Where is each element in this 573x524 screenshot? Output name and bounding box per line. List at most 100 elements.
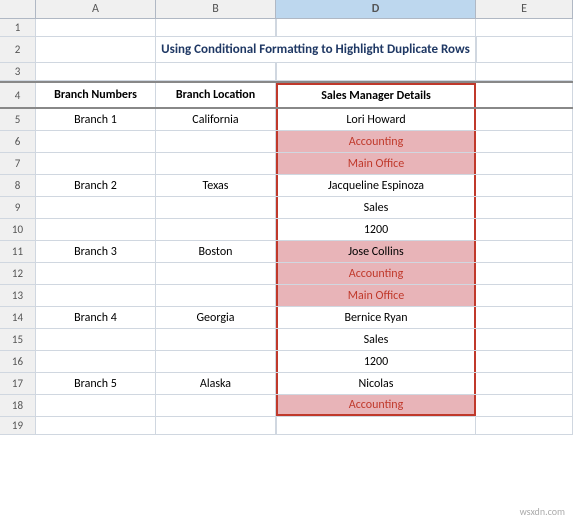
cell-c12	[156, 263, 276, 284]
row-num-11: 11	[0, 241, 36, 262]
cell-d14: Bernice Ryan	[276, 307, 476, 328]
row-num-2: 2	[0, 37, 36, 62]
cell-e2	[476, 37, 573, 62]
cell-d11: Jose Collins	[276, 241, 476, 262]
cell-d7: Main Office	[276, 153, 476, 174]
table-row: 4 Branch Numbers Branch Location Sales M…	[0, 81, 573, 109]
cell-e18	[476, 395, 573, 416]
table-row: 12 Accounting	[0, 263, 573, 285]
cell-c17: Alaska	[156, 373, 276, 394]
cell-d5: Lori Howard	[276, 109, 476, 130]
table-row: 19	[0, 417, 573, 435]
table-row: 11 Branch 3 Boston Jose Collins	[0, 241, 573, 263]
cell-d13: Main Office	[276, 285, 476, 306]
cell-b12	[36, 263, 156, 284]
table-row: 17 Branch 5 Alaska Nicolas	[0, 373, 573, 395]
cell-e19	[476, 417, 573, 434]
grid-body: 1 2 Using Conditional Formatting to High…	[0, 19, 573, 524]
row-num-12: 12	[0, 263, 36, 284]
cell-e6	[476, 131, 573, 152]
cell-d19	[276, 417, 476, 434]
corner-cell	[0, 0, 36, 18]
table-row: 2 Using Conditional Formatting to Highli…	[0, 37, 573, 63]
cell-b4: Branch Numbers	[36, 83, 156, 107]
row-num-1: 1	[0, 19, 36, 36]
cell-c8: Texas	[156, 175, 276, 196]
table-row: 3	[0, 63, 573, 81]
cell-c5: California	[156, 109, 276, 130]
cell-c9	[156, 197, 276, 218]
row-num-6: 6	[0, 131, 36, 152]
cell-e5	[476, 109, 573, 130]
cell-e10	[476, 219, 573, 240]
cell-e15	[476, 329, 573, 350]
cell-d17: Nicolas	[276, 373, 476, 394]
row-num-13: 13	[0, 285, 36, 306]
table-row: 15 Sales	[0, 329, 573, 351]
spreadsheet: A B D E 1 2 Using Conditional Formatting…	[0, 0, 573, 524]
cell-e1	[476, 19, 573, 36]
cell-c1	[156, 19, 276, 36]
row-num-14: 14	[0, 307, 36, 328]
cell-e13	[476, 285, 573, 306]
row-num-3: 3	[0, 63, 36, 80]
row-num-15: 15	[0, 329, 36, 350]
cell-d10: 1200	[276, 219, 476, 240]
cell-b17: Branch 5	[36, 373, 156, 394]
cell-c14: Georgia	[156, 307, 276, 328]
col-e-header: E	[476, 0, 573, 18]
cell-d16: 1200	[276, 351, 476, 372]
col-d-header: D	[276, 0, 476, 18]
table-row: 13 Main Office	[0, 285, 573, 307]
table-row: 6 Accounting	[0, 131, 573, 153]
cell-e16	[476, 351, 573, 372]
col-header-row: A B D E	[0, 0, 573, 19]
cell-b9	[36, 197, 156, 218]
cell-b2	[36, 37, 156, 62]
cell-b7	[36, 153, 156, 174]
row-num-10: 10	[0, 219, 36, 240]
cell-d18: Accounting	[276, 395, 476, 416]
table-row: 14 Branch 4 Georgia Bernice Ryan	[0, 307, 573, 329]
cell-d12: Accounting	[276, 263, 476, 284]
cell-d6: Accounting	[276, 131, 476, 152]
cell-d3	[276, 63, 476, 80]
cell-c7	[156, 153, 276, 174]
cell-b6	[36, 131, 156, 152]
cell-b11: Branch 3	[36, 241, 156, 262]
cell-c15	[156, 329, 276, 350]
cell-e14	[476, 307, 573, 328]
row-num-8: 8	[0, 175, 36, 196]
cell-e4	[476, 83, 573, 107]
col-b-header: B	[156, 0, 276, 18]
cell-d4: Sales Manager Details	[276, 83, 476, 107]
table-row: 18 Accounting	[0, 395, 573, 417]
cell-e8	[476, 175, 573, 196]
row-num-17: 17	[0, 373, 36, 394]
cell-d9: Sales	[276, 197, 476, 218]
cell-c2: Using Conditional Formatting to Highligh…	[156, 37, 476, 62]
cell-c18	[156, 395, 276, 416]
table-row: 8 Branch 2 Texas Jacqueline Espinoza	[0, 175, 573, 197]
cell-d1	[276, 19, 476, 36]
cell-b5: Branch 1	[36, 109, 156, 130]
cell-e7	[476, 153, 573, 174]
cell-c13	[156, 285, 276, 306]
cell-b13	[36, 285, 156, 306]
cell-e12	[476, 263, 573, 284]
row-num-19: 19	[0, 417, 36, 434]
table-row: 10 1200	[0, 219, 573, 241]
table-row: 7 Main Office	[0, 153, 573, 175]
row-num-4: 4	[0, 83, 36, 107]
watermark: wsxdn.com	[520, 505, 565, 518]
cell-d8: Jacqueline Espinoza	[276, 175, 476, 196]
col-a-header: A	[36, 0, 156, 18]
cell-b14: Branch 4	[36, 307, 156, 328]
table-row: 9 Sales	[0, 197, 573, 219]
cell-e17	[476, 373, 573, 394]
row-num-7: 7	[0, 153, 36, 174]
cell-b1	[36, 19, 156, 36]
cell-b19	[36, 417, 156, 434]
cell-b3	[36, 63, 156, 80]
cell-d15: Sales	[276, 329, 476, 350]
